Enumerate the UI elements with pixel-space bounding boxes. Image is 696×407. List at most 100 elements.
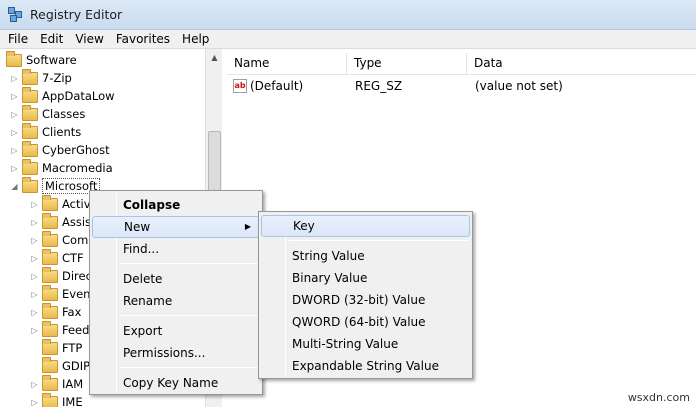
tree-item-label: CTF — [62, 251, 84, 265]
tree-item-label: Clients — [42, 125, 82, 139]
tree-item-appdatalow[interactable]: ▷ AppDataLow — [10, 86, 115, 105]
submenu-item-key[interactable]: Key — [261, 215, 470, 237]
folder-icon — [42, 374, 58, 391]
tree-item-ctf[interactable]: ▷ CTF — [30, 248, 84, 267]
column-header-type[interactable]: Type — [347, 53, 467, 75]
expand-arrow-icon[interactable]: ▷ — [10, 164, 19, 173]
tree-item-label: 7-Zip — [42, 71, 72, 85]
menu-item-new-label: New — [124, 220, 151, 234]
expand-arrow-icon[interactable]: ▷ — [30, 254, 39, 263]
expand-arrow-icon[interactable]: ▷ — [30, 290, 39, 299]
tree-item-activ[interactable]: ▷ Activ — [30, 194, 91, 213]
tree-item-classes[interactable]: ▷ Classes — [10, 104, 86, 123]
tree-item-label: Macromedia — [42, 161, 113, 175]
menu-item-collapse[interactable]: Collapse — [92, 194, 260, 216]
menu-separator — [120, 263, 259, 264]
submenu-item-multi-string-value[interactable]: Multi-String Value — [261, 333, 470, 355]
tree-item-label: GDIP — [62, 359, 91, 373]
menu-help[interactable]: Help — [176, 32, 215, 46]
tree-item-software[interactable]: Software — [6, 50, 77, 69]
tree-item-label: AppDataLow — [42, 89, 115, 103]
tree-item-com[interactable]: ▷ Com — [30, 230, 89, 249]
expand-arrow-icon[interactable]: ▷ — [10, 92, 19, 101]
folder-icon — [42, 230, 58, 247]
menu-edit[interactable]: Edit — [34, 32, 69, 46]
folder-open-icon — [22, 176, 38, 193]
folder-icon — [6, 50, 22, 67]
expand-arrow-icon[interactable]: ▷ — [30, 326, 39, 335]
folder-icon — [42, 266, 58, 283]
tree-item-label: Assis — [62, 215, 92, 229]
folder-icon — [42, 338, 58, 355]
menu-item-new[interactable]: New ▶ — [92, 216, 260, 238]
folder-icon — [42, 212, 58, 229]
tree-item-assis[interactable]: ▷ Assis — [30, 212, 92, 231]
new-submenu: Key String Value Binary Value DWORD (32-… — [258, 211, 473, 379]
tree-item-label: Classes — [42, 107, 86, 121]
tree-item-label: CyberGhost — [42, 143, 110, 157]
scroll-up-arrow-icon[interactable]: ▲ — [206, 49, 223, 66]
tree-item-clients[interactable]: ▷ Clients — [10, 122, 82, 141]
menu-item-copy-key-name[interactable]: Copy Key Name — [92, 372, 260, 394]
expand-arrow-icon[interactable]: ▷ — [10, 74, 19, 83]
tree-item-ime[interactable]: ▷ IME — [30, 392, 83, 407]
menu-item-export[interactable]: Export — [92, 320, 260, 342]
tree-item-even[interactable]: ▷ Even — [30, 284, 90, 303]
tree-item-7zip[interactable]: ▷ 7-Zip — [10, 68, 72, 87]
tree-item-iam[interactable]: ▷ IAM — [30, 374, 84, 393]
menu-item-permissions[interactable]: Permissions... — [92, 342, 260, 364]
submenu-item-expandable-string-value[interactable]: Expandable String Value — [261, 355, 470, 377]
menu-file[interactable]: File — [0, 32, 34, 46]
registry-editor-icon — [8, 6, 24, 23]
expand-arrow-icon[interactable]: ▷ — [30, 272, 39, 281]
scrollbar-thumb[interactable] — [208, 131, 221, 193]
folder-icon — [22, 86, 38, 103]
tree-item-label: IAM — [62, 377, 84, 391]
expand-arrow-icon[interactable]: ▷ — [30, 308, 39, 317]
tree-item-label: Com — [62, 233, 89, 247]
tree-item-gdip[interactable]: GDIP — [30, 356, 91, 375]
submenu-item-binary-value[interactable]: Binary Value — [261, 267, 470, 289]
menu-item-find[interactable]: Find... — [92, 238, 260, 260]
tree-item-microsoft[interactable]: ◢ Microsoft — [10, 176, 101, 195]
folder-icon — [42, 302, 58, 319]
tree-item-label: IME — [62, 395, 83, 407]
menu-item-delete[interactable]: Delete — [92, 268, 260, 290]
expand-arrow-icon[interactable]: ▷ — [30, 380, 39, 389]
menu-view[interactable]: View — [69, 32, 109, 46]
submenu-item-string-value[interactable]: String Value — [261, 245, 470, 267]
tree-item-fax[interactable]: ▷ Fax — [30, 302, 81, 321]
menu-item-rename[interactable]: Rename — [92, 290, 260, 312]
submenu-item-dword-value[interactable]: DWORD (32-bit) Value — [261, 289, 470, 311]
expand-arrow-icon[interactable]: ▷ — [30, 398, 39, 407]
string-value-icon: ab — [233, 79, 247, 93]
folder-icon — [42, 392, 58, 407]
folder-icon — [42, 356, 58, 373]
tree-item-label: Direc — [62, 269, 92, 283]
expand-arrow-icon[interactable]: ▷ — [30, 236, 39, 245]
menu-favorites[interactable]: Favorites — [110, 32, 176, 46]
tree-item-ftp[interactable]: FTP — [30, 338, 83, 357]
value-type: REG_SZ — [355, 79, 403, 93]
expand-arrow-icon[interactable]: ▷ — [10, 146, 19, 155]
column-header-data[interactable]: Data — [467, 53, 696, 75]
context-menu: Collapse New ▶ Find... Delete Rename Exp… — [89, 190, 263, 395]
expand-arrow-icon[interactable]: ▷ — [30, 200, 39, 209]
expand-arrow-icon[interactable]: ▷ — [30, 218, 39, 227]
tree-item-direc[interactable]: ▷ Direc — [30, 266, 92, 285]
menu-separator — [289, 240, 469, 241]
expand-arrow-icon[interactable]: ▷ — [10, 128, 19, 137]
menu-bar: File Edit View Favorites Help — [0, 30, 696, 49]
tree-item-label: FTP — [62, 341, 83, 355]
list-row-default[interactable]: ab (Default) REG_SZ (value not set) — [227, 77, 563, 95]
column-header-name[interactable]: Name — [227, 53, 347, 75]
title-bar: Registry Editor — [0, 0, 696, 30]
tree-item-macromedia[interactable]: ▷ Macromedia — [10, 158, 113, 177]
tree-item-feed[interactable]: ▷ Feed — [30, 320, 89, 339]
tree-item-cyberghost[interactable]: ▷ CyberGhost — [10, 140, 110, 159]
collapse-arrow-icon[interactable]: ◢ — [10, 182, 19, 191]
expand-arrow-icon[interactable]: ▷ — [10, 110, 19, 119]
submenu-item-qword-value[interactable]: QWORD (64-bit) Value — [261, 311, 470, 333]
folder-icon — [42, 284, 58, 301]
window-title: Registry Editor — [30, 7, 123, 22]
